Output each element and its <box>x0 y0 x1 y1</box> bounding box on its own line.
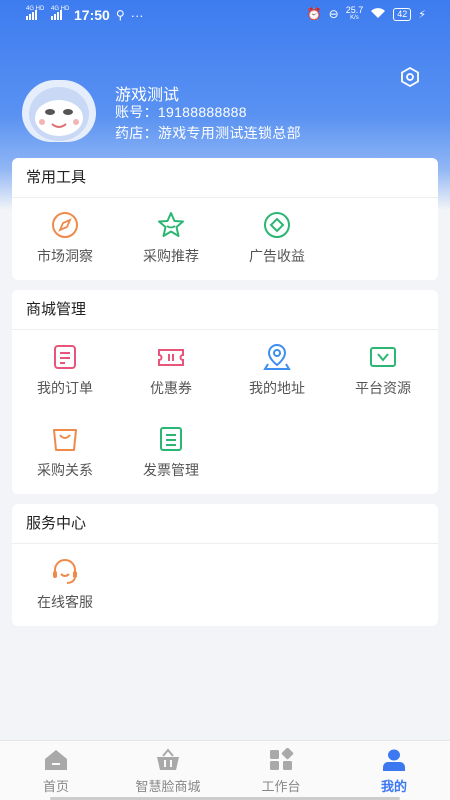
tool-my-address[interactable]: 我的地址 <box>224 330 330 410</box>
tool-label: 我的订单 <box>37 380 93 396</box>
basket-icon <box>157 748 179 770</box>
tool-label: 采购推荐 <box>143 248 199 264</box>
headset-icon <box>53 559 77 584</box>
status-bar: 4G HD 4G HD 17:50 ⚲ ··· ⏰ ⊖ 25.7 K/s 42 … <box>0 0 450 30</box>
compass-icon <box>52 212 78 238</box>
tool-label: 广告收益 <box>249 248 305 264</box>
tool-label: 我的地址 <box>249 380 305 396</box>
status-time: 17:50 <box>74 7 110 23</box>
section-title: 商城管理 <box>12 290 438 330</box>
bag-icon <box>53 429 77 451</box>
tv-icon <box>370 347 396 367</box>
tool-invoice-management[interactable]: 发票管理 <box>118 412 224 492</box>
usb-icon: ⚲ <box>115 8 125 22</box>
network-speed: 25.7 K/s <box>345 5 364 22</box>
tool-ad-revenue[interactable]: 广告收益 <box>224 198 330 278</box>
tool-online-service[interactable]: 在线客服 <box>12 544 118 624</box>
common-tools-card: 常用工具 市场洞察 采购推荐 广告收益 <box>12 158 438 280</box>
avatar[interactable] <box>22 80 96 142</box>
settings-icon[interactable] <box>399 66 421 88</box>
workbench-icon <box>270 748 294 770</box>
user-icon <box>383 749 405 771</box>
wifi-icon <box>370 7 386 22</box>
tab-mine[interactable]: 我的 <box>338 741 450 800</box>
more-icon: ··· <box>130 7 144 23</box>
section-title: 服务中心 <box>12 504 438 544</box>
home-icon <box>45 750 67 770</box>
tab-workbench[interactable]: 工作台 <box>225 741 337 800</box>
tool-purchase-recommend[interactable]: 采购推荐 <box>118 198 224 278</box>
location-icon <box>263 343 291 370</box>
diamond-icon <box>264 212 290 238</box>
tab-mall[interactable]: 智慧脸商城 <box>112 741 224 800</box>
tool-label: 市场洞察 <box>37 248 93 264</box>
tool-market-insight[interactable]: 市场洞察 <box>12 198 118 278</box>
service-center-card: 服务中心 在线客服 <box>12 504 438 626</box>
account-number: 账号：19188888888 <box>115 104 247 120</box>
tab-label: 智慧脸商城 <box>135 779 201 794</box>
tab-label: 我的 <box>380 779 407 794</box>
star-icon <box>158 212 184 237</box>
battery-indicator: 42 <box>393 7 412 21</box>
dnd-icon: ⊖ <box>328 7 339 21</box>
pharmacy-name: 药店：游戏专用测试连锁总部 <box>115 125 301 141</box>
tool-my-orders[interactable]: 我的订单 <box>12 330 118 410</box>
charging-icon: ⚡ <box>418 8 426 21</box>
signal-icon: 4G HD <box>26 6 44 20</box>
tool-platform-resources[interactable]: 平台资源 <box>330 330 436 410</box>
bottom-tab-bar: 首页 智慧脸商城 工作台 我的 <box>0 740 450 800</box>
alarm-icon: ⏰ <box>306 7 322 21</box>
tool-label: 在线客服 <box>37 594 93 610</box>
mall-management-card: 商城管理 我的订单 优惠券 我的地址 平台资源 采购关系 发票管理 <box>12 290 438 494</box>
invoice-icon <box>160 427 182 451</box>
order-icon <box>54 345 76 369</box>
tab-label: 首页 <box>42 779 69 794</box>
tool-coupons[interactable]: 优惠券 <box>118 330 224 410</box>
tool-label: 发票管理 <box>143 462 199 478</box>
tab-home[interactable]: 首页 <box>0 741 112 800</box>
tool-label: 采购关系 <box>37 462 93 478</box>
tab-label: 工作台 <box>261 779 301 794</box>
tool-label: 优惠券 <box>150 380 192 396</box>
coupon-icon <box>158 349 184 366</box>
tool-purchase-relations[interactable]: 采购关系 <box>12 412 118 492</box>
tool-label: 平台资源 <box>355 380 411 396</box>
signal-icon-2: 4G HD <box>51 6 69 20</box>
section-title: 常用工具 <box>12 158 438 198</box>
